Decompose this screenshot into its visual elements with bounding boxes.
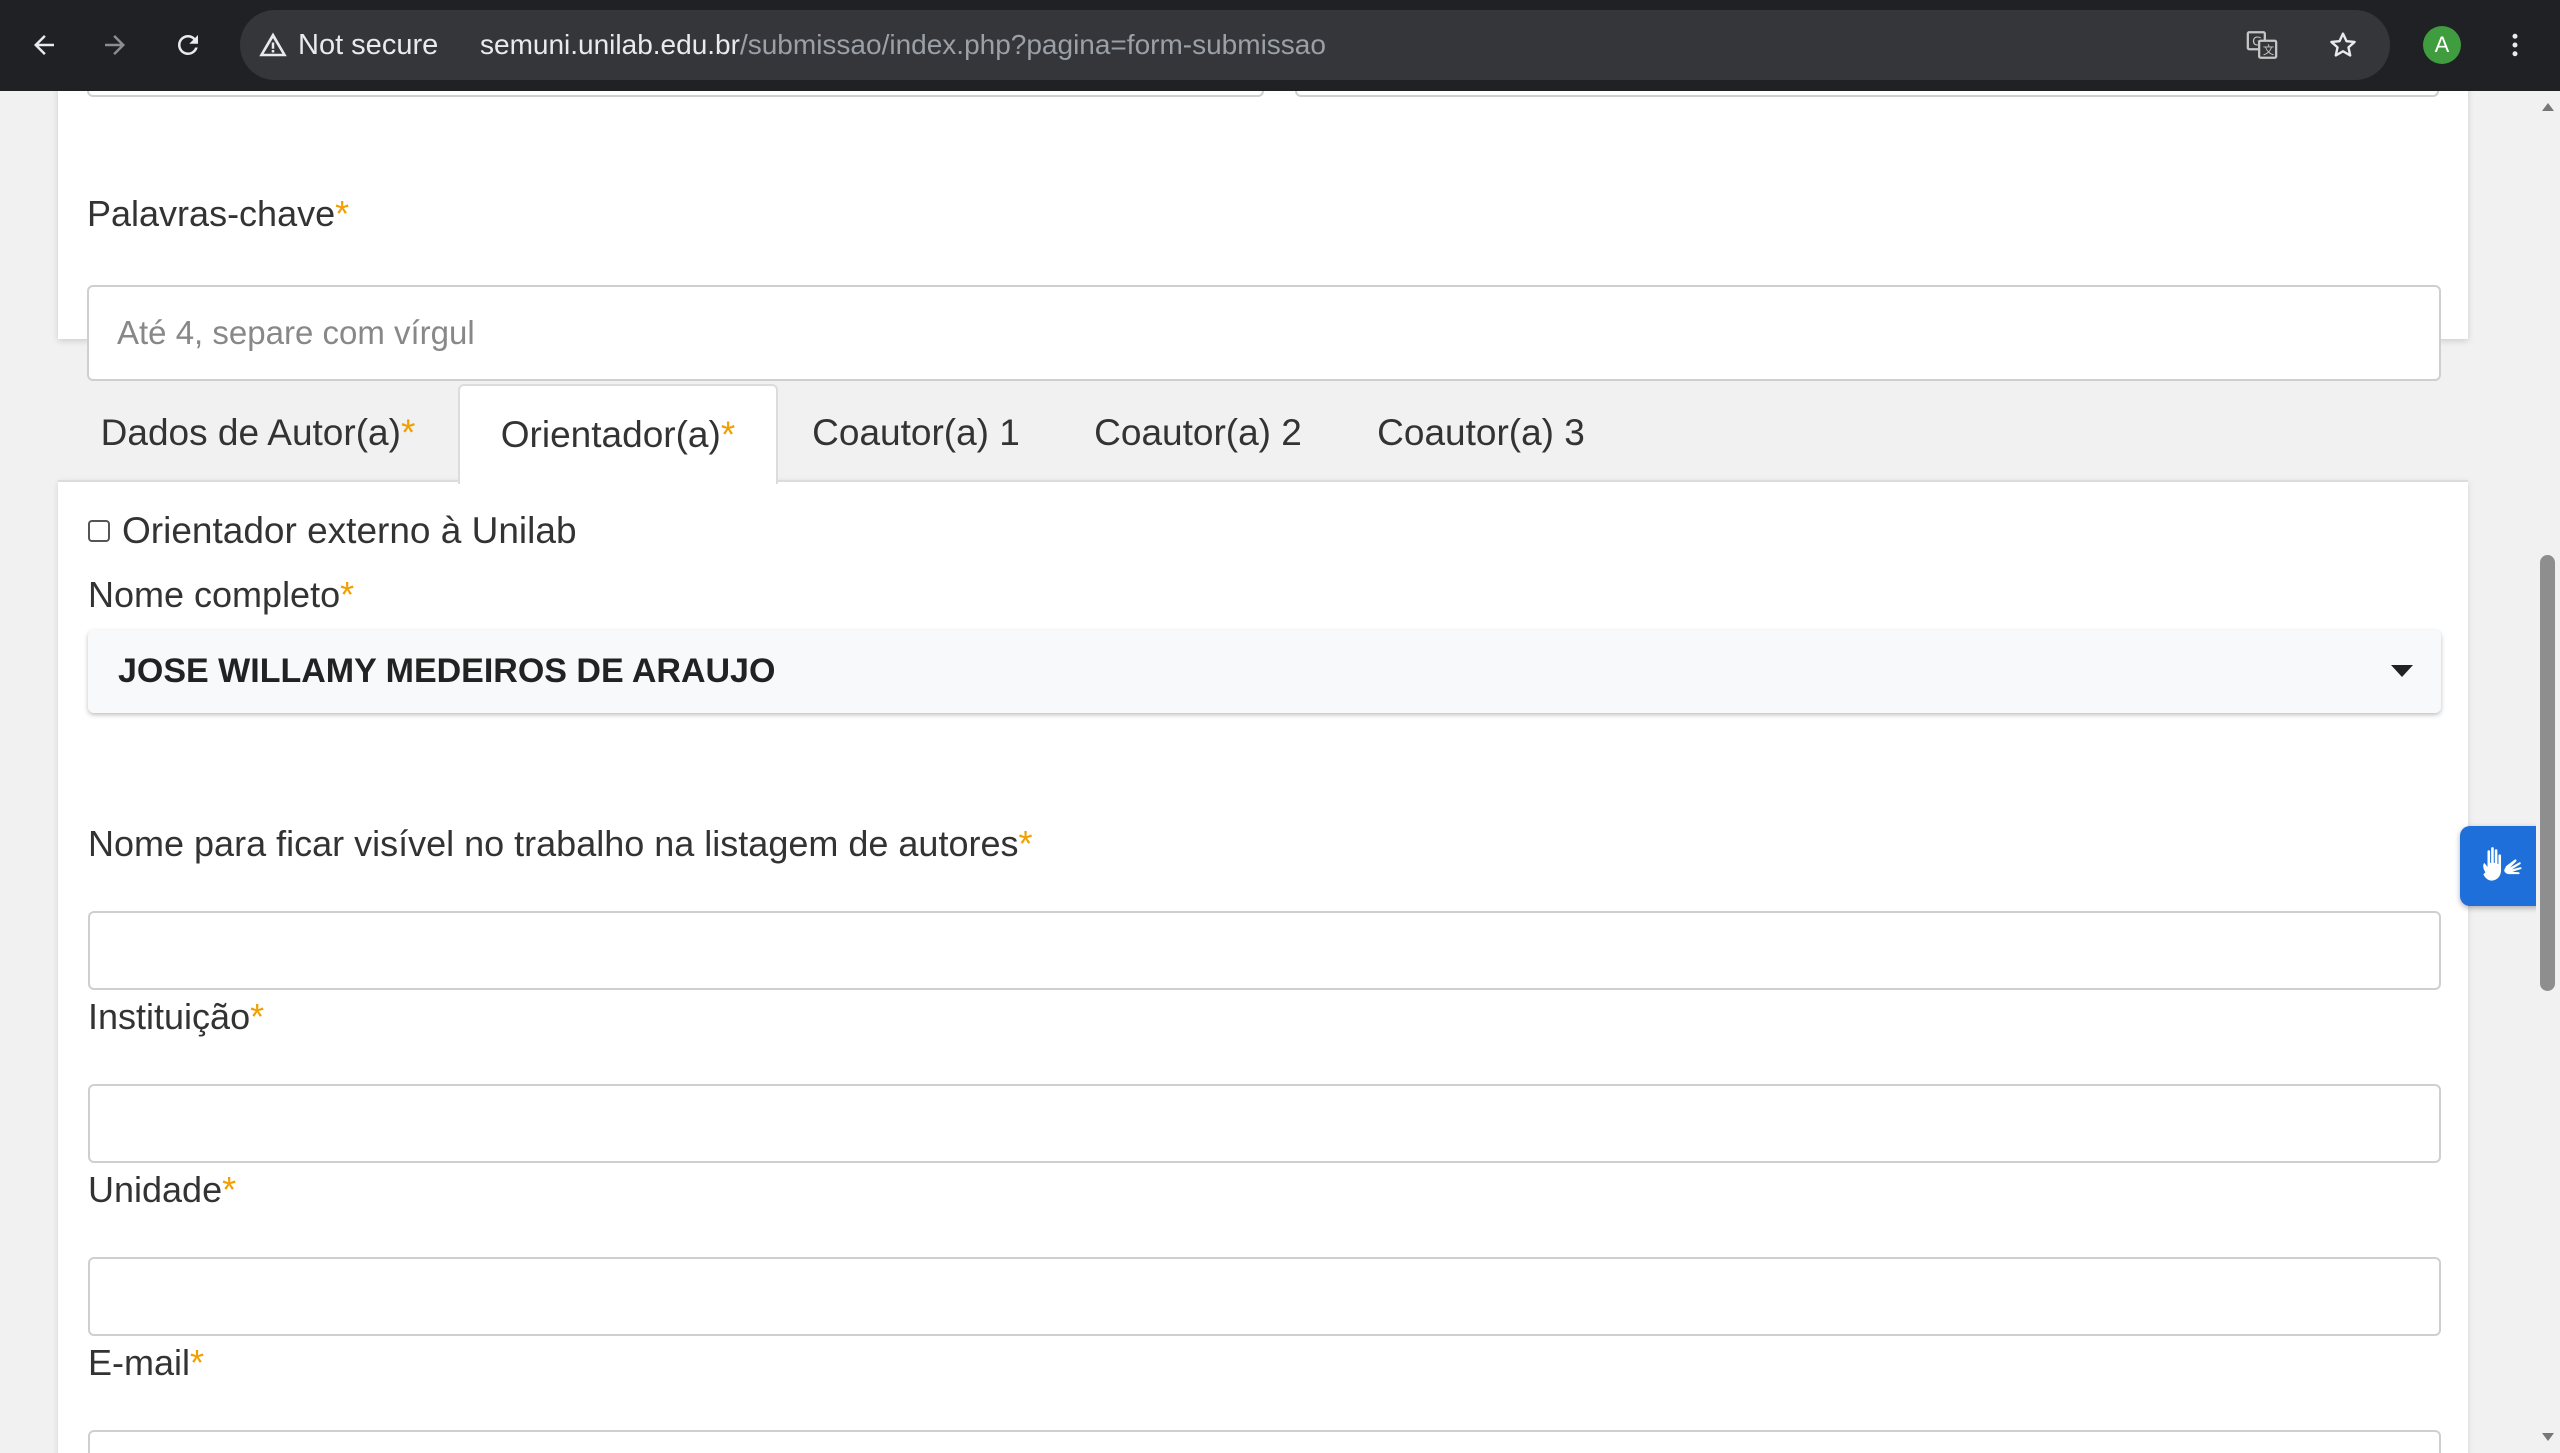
external-advisor-label[interactable]: Orientador externo à Unilab [122,510,577,552]
sign-language-hands-icon [2483,847,2522,881]
tab-author-data[interactable]: Dados de Autor(a) * [58,384,458,482]
unit-input[interactable] [88,1257,2441,1336]
tab-coauthor-2[interactable]: Coautor(a) 2 [1066,384,1330,482]
address-bar[interactable]: Not secure semuni.unilab.edu.br/submissa… [240,10,2390,80]
scrollbar-thumb[interactable] [2540,555,2555,991]
reload-icon [178,35,198,55]
email-label: E-mail* [88,1342,204,1384]
advisor-form: Orientador externo à Unilab Nome complet… [58,480,2468,1453]
caret-down-icon [2391,665,2413,677]
institution-input[interactable] [88,1084,2441,1163]
tab-label: Orientador(a) [500,414,721,455]
tab-label: Dados de Autor(a) [100,412,401,453]
tab-label: Coautor(a) 3 [1377,412,1585,453]
arrow-left-icon [34,35,54,55]
scroll-up-arrow-icon[interactable] [2542,103,2554,111]
display-name-label-text: Nome para ficar visível no trabalho na l… [88,823,1019,864]
url-host: semuni.unilab.edu.br [480,29,740,60]
full-name-label: Nome completo* [88,574,354,616]
svg-text:文: 文 [2263,43,2274,57]
keywords-label: Palavras-chave* [87,193,349,235]
url-text[interactable]: semuni.unilab.edu.br/submissao/index.php… [480,10,1326,80]
external-advisor-row: Orientador externo à Unilab [88,510,577,552]
warning-triangle-icon [259,32,287,57]
required-mark: * [340,574,355,615]
tab-coauthor-3[interactable]: Coautor(a) 3 [1349,384,1613,482]
reload-button[interactable] [163,20,213,70]
tab-label: Coautor(a) 2 [1094,412,1302,453]
security-label: Not secure [298,28,439,61]
keywords-label-text: Palavras-chave [87,193,336,234]
author-tabs: Dados de Autor(a) * Orientador(a) * Coauto… [58,384,2468,484]
tab-advisor[interactable]: Orientador(a) * [458,384,778,484]
browser-toolbar: Not secure semuni.unilab.edu.br/submissa… [0,0,2560,91]
required-mark: * [222,1169,237,1210]
display-name-input[interactable] [88,911,2441,990]
display-name-label: Nome para ficar visível no trabalho na l… [88,823,1033,865]
full-name-select[interactable]: JOSE WILLAMY MEDEIROS DE ARAUJO [88,630,2441,713]
tab-coauthor-1[interactable]: Coautor(a) 1 [784,384,1048,482]
url-path: /submissao/index.php?pagina=form-submiss… [739,29,1326,60]
bookmark-button[interactable] [2318,20,2368,70]
tab-label: Coautor(a) 1 [812,412,1020,453]
required-mark: * [720,414,736,455]
institution-label: Instituição* [88,996,264,1038]
email-label-text: E-mail [88,1342,191,1383]
page-scrollbar[interactable] [2536,91,2560,1453]
translate-icon: G 文 [2246,31,2278,59]
browser-menu-button[interactable] [2490,20,2540,70]
required-mark: * [1018,823,1033,864]
previous-field-edge [1295,91,2439,97]
required-mark: * [250,996,265,1037]
required-mark: * [190,1342,205,1383]
unit-label-text: Unidade [88,1169,223,1210]
institution-label-text: Instituição [88,996,251,1037]
star-icon [2330,32,2356,57]
external-advisor-checkbox[interactable] [88,520,110,542]
required-mark: * [335,193,350,234]
security-chip[interactable]: Not secure [258,10,438,80]
email-input[interactable] [88,1430,2441,1453]
profile-avatar[interactable]: A [2423,26,2461,64]
keywords-input[interactable] [87,285,2441,381]
full-name-selected-value: JOSE WILLAMY MEDEIROS DE ARAUJO [118,652,776,690]
required-mark: * [400,412,416,453]
full-name-label-text: Nome completo [88,574,341,615]
kebab-menu-icon [2512,33,2518,57]
submission-card: Palavras-chave* [58,91,2468,381]
page-content: Palavras-chave* Dados de Autor(a)* Orien… [0,91,2536,1453]
accessibility-widget-button[interactable] [2460,826,2536,906]
arrow-right-icon [105,35,125,55]
back-button[interactable] [19,20,69,70]
forward-button[interactable] [90,20,140,70]
previous-field-edge [87,91,1264,97]
translate-button[interactable]: G 文 [2237,20,2287,70]
unit-label: Unidade* [88,1169,236,1211]
scroll-down-arrow-icon[interactable] [2542,1433,2554,1441]
